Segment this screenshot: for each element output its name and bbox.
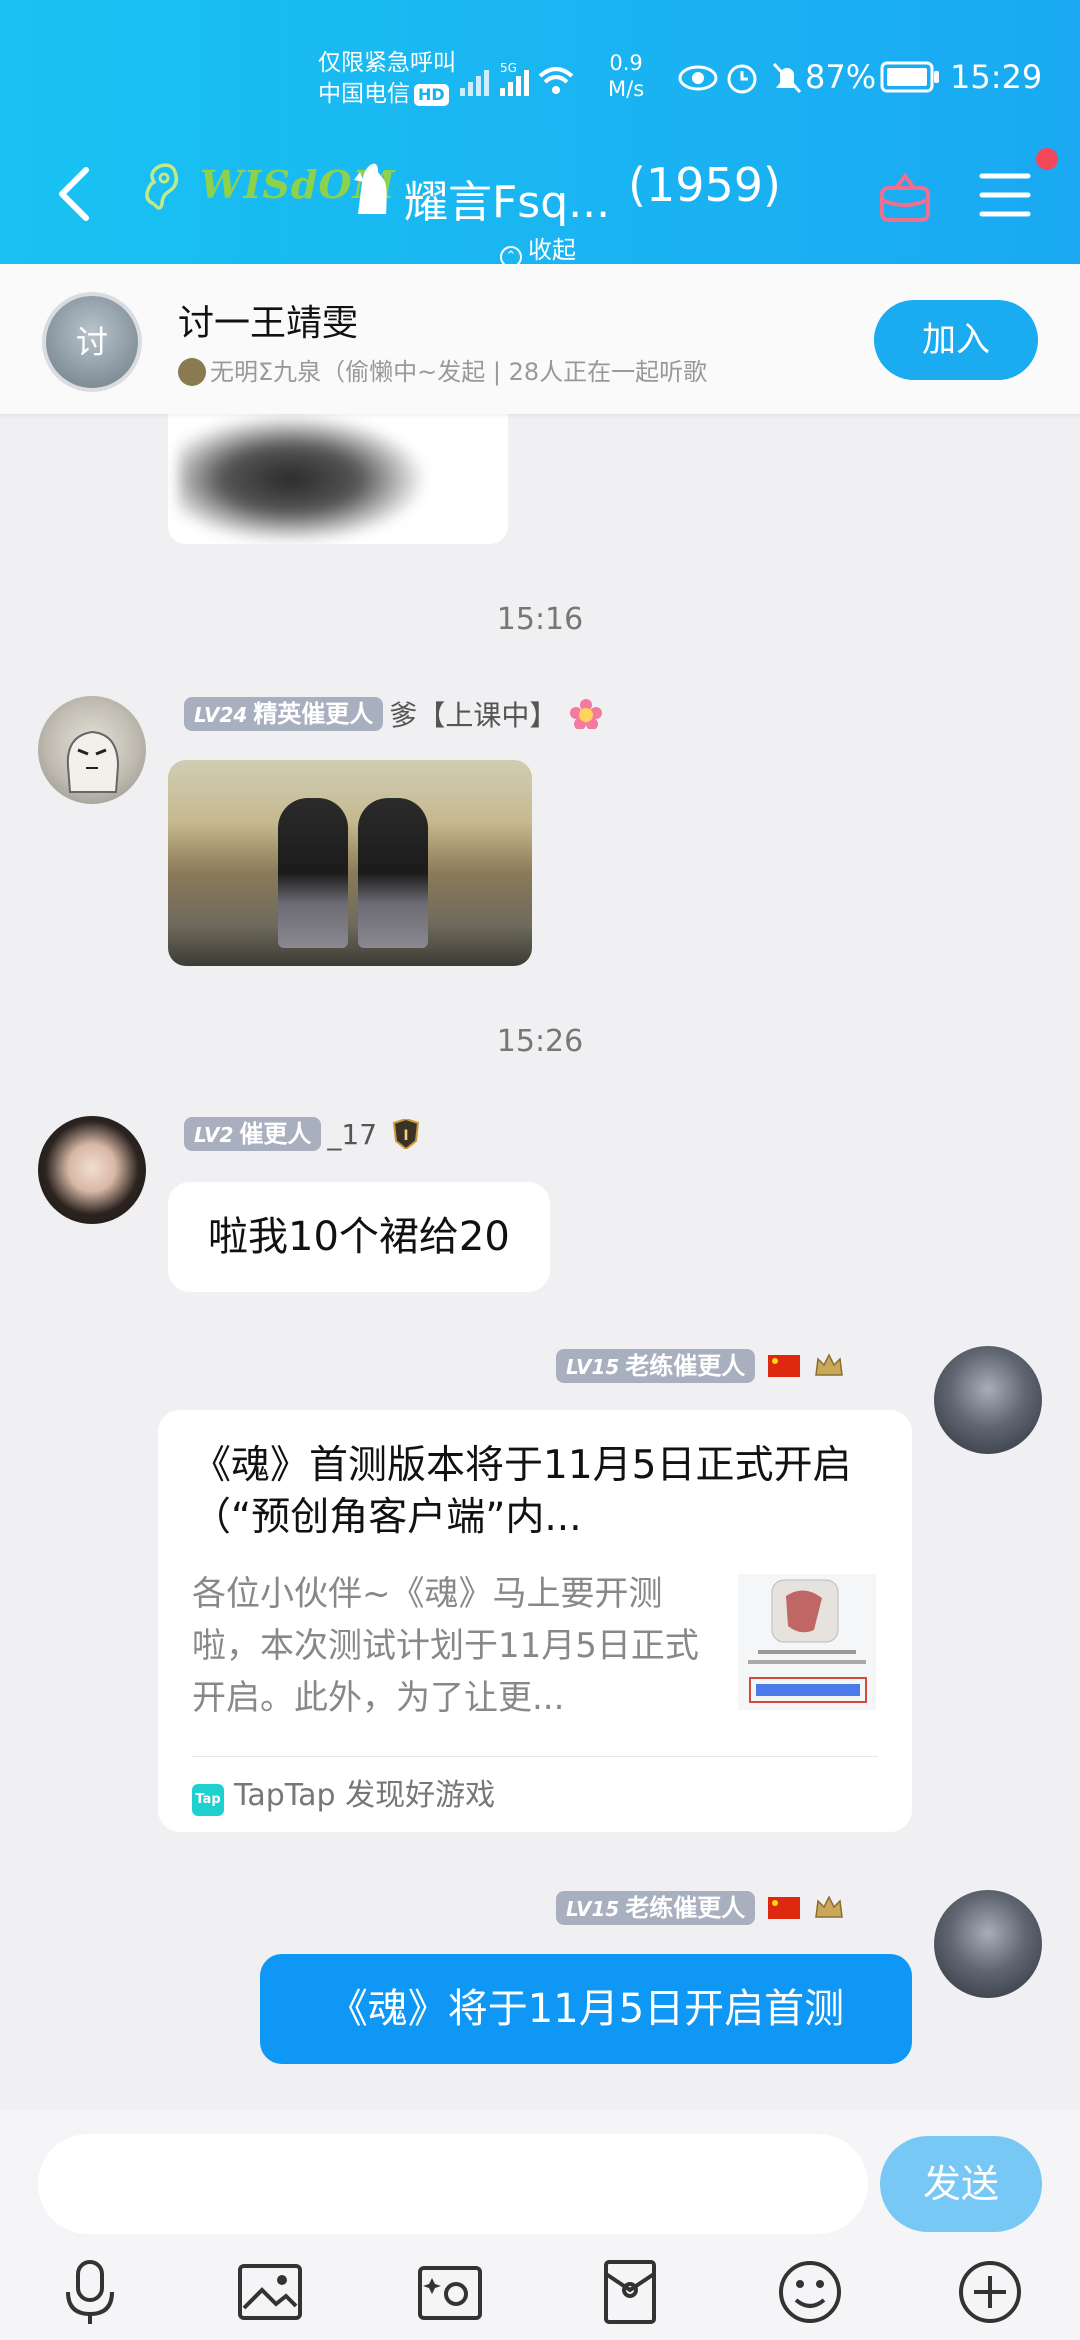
china-flag-icon [768,1897,801,1919]
emoji-icon[interactable] [774,2256,846,2328]
crown-badge-icon [815,1353,843,1376]
rank-badge-icon: I [392,1119,420,1149]
sender-name[interactable]: _17 [327,1118,377,1151]
listen-subtitle: 无明Σ九泉（偷懒中~发起 | 28人正在一起听歌 [178,352,707,387]
card-thumbnail [738,1574,876,1710]
plus-icon[interactable] [954,2256,1026,2328]
sender-info: LV15 老练催更人 [556,1348,845,1383]
avatar[interactable] [38,696,146,804]
video-message[interactable] [168,760,532,966]
avatar[interactable] [934,1890,1042,1998]
timestamp: 15:16 [496,602,584,637]
member-count: (1959) [628,158,781,212]
nav-bar: WISdOM 耀言Fsq... (1959) ⌃ 收起 [0,140,1080,268]
red-packet-icon[interactable] [594,2256,666,2328]
input-bar: 发送 [0,2110,1080,2340]
crown-badge-icon [815,1895,843,1918]
sender-name[interactable]: 爹【上课中】 [389,699,557,732]
level-badge: LV2 催更人 [184,1117,322,1151]
card-description: 各位小伙伴~《魂》马上要开测啦，本次测试计划于11月5日正式开启。此外，为了让更… [192,1574,699,1718]
send-button[interactable]: 发送 [880,2136,1042,2232]
status-icons [678,62,802,94]
network-speed: 0.9 M/s [608,51,645,101]
svg-text:I: I [403,1128,408,1144]
group-title[interactable]: 耀言Fsq... [404,166,610,230]
hd-badge: HD [414,83,449,106]
china-flag-icon [768,1355,801,1377]
avatar[interactable] [38,1116,146,1224]
back-icon[interactable] [50,164,100,224]
mute-icon [772,62,802,94]
message-input[interactable] [38,2134,868,2234]
battery-icon [880,61,939,93]
battery-percent: 87% [805,58,877,96]
menu-icon[interactable] [978,170,1032,220]
card-divider [192,1756,878,1757]
svg-text:5G: 5G [500,61,517,75]
sender-info: LV2 催更人 _17 I [184,1116,422,1151]
gift-icon[interactable] [878,170,932,224]
chat-area[interactable]: 15:16 LV24 精英催更人 爹【上课中】 15:26 LV2 催更人 _17 I … [0,264,1080,2110]
initiator-avatar [178,358,206,386]
emergency-label: 仅限紧急呼叫 [318,50,456,76]
signal-icon: 5G [460,61,574,96]
collapse-button[interactable]: ⌃ 收起 [500,230,576,268]
carrier-name: 中国电信 [318,81,410,107]
ear-icon[interactable] [140,160,184,216]
alarm-icon [727,64,757,94]
card-source: Tap TapTap 发现好游戏 [192,1770,495,1816]
eye-icon [678,65,718,91]
group-avatar-icon [354,163,387,214]
level-badge: LV24 精英催更人 [184,697,384,731]
taptap-logo-icon: Tap [192,1784,224,1816]
avatar-image [66,730,120,793]
sender-info: LV24 精英催更人 爹【上课中】 [184,694,603,734]
flower-badge-icon [570,699,603,729]
image-icon[interactable] [234,2256,306,2328]
link-card[interactable]: 《魂》首测版本将于11月5日正式开启（“预创角客户端”内... 各位小伙伴~《魂… [158,1410,912,1832]
notification-dot [1036,148,1058,170]
song-title: 讨一王靖雯 [178,303,359,344]
carrier-info: 仅限紧急呼叫 中国电信 HD [318,48,456,110]
clock: 15:29 [950,58,1043,96]
card-title: 《魂》首测版本将于11月5日正式开启（“预创角客户端”内... [192,1443,852,1540]
camera-icon[interactable] [414,2256,486,2328]
level-badge: LV15 老练催更人 [556,1349,756,1383]
avatar[interactable] [934,1346,1042,1454]
message-bubble[interactable]: 啦我10个裙给20 [168,1182,550,1292]
microphone-icon[interactable] [54,2256,126,2328]
sender-info: LV15 老练催更人 [556,1890,845,1925]
status-bar: 仅限紧急呼叫 中国电信 HD 5G 0.9 M/s 87% 15:29 [0,40,1080,120]
join-button[interactable]: 加入 [874,300,1038,380]
level-badge: LV15 老练催更人 [556,1891,756,1925]
song-cover: 讨 [42,292,142,392]
timestamp: 15:26 [496,1024,584,1059]
listen-together-bar[interactable]: 讨 讨一王靖雯 无明Σ九泉（偷懒中~发起 | 28人正在一起听歌 加入 [0,264,1080,414]
image-message[interactable] [168,414,508,544]
message-bubble[interactable]: 《魂》将于11月5日开启首测 [260,1954,912,2064]
chat-header: 仅限紧急呼叫 中国电信 HD 5G 0.9 M/s 87% 15:29 WISd… [0,0,1080,268]
